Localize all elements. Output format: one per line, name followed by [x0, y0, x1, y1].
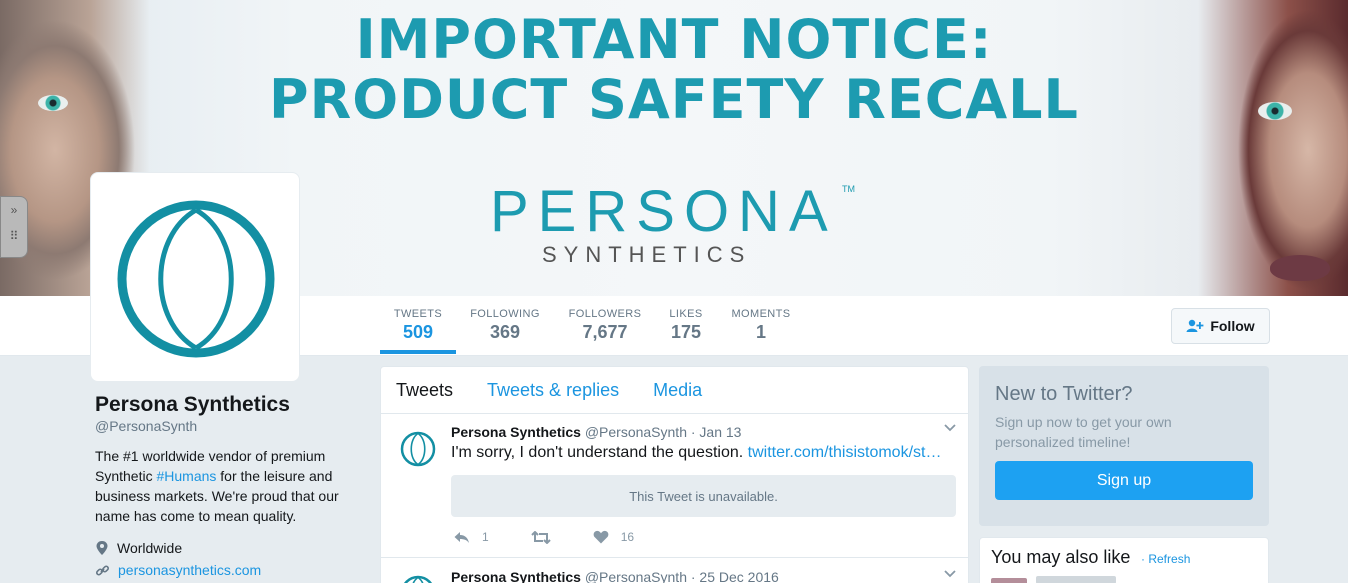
retweet-action[interactable] — [530, 530, 551, 544]
stat-value: 175 — [670, 322, 702, 342]
tweet-header: Persona Synthetics @PersonaSynth · Jan 1… — [451, 424, 741, 440]
tweet-date[interactable]: · 25 Dec 2016 — [691, 569, 779, 583]
tab-tweets[interactable]: Tweets — [396, 380, 453, 401]
side-drawer-handle[interactable]: » ⠿ — [0, 196, 28, 258]
chevron-down-icon[interactable] — [944, 570, 956, 578]
suggested-user-avatar[interactable] — [991, 578, 1027, 583]
follow-button-label: Follow — [1210, 318, 1255, 334]
chevron-down-icon[interactable] — [944, 424, 956, 432]
stat-value: 369 — [489, 322, 521, 342]
banner-headline-1: IMPORTANT NOTICE: — [355, 8, 993, 71]
tweet-text-body: I'm sorry, I don't understand the questi… — [451, 444, 748, 461]
profile-handle: @PersonaSynth — [95, 418, 198, 434]
brand-subtitle: SYNTHETICS — [542, 242, 752, 267]
active-tab-indicator — [380, 350, 456, 354]
profile-name[interactable]: Persona Synthetics — [95, 393, 355, 417]
persona-logo-icon — [117, 200, 275, 358]
timeline: Tweets Tweets & replies Media Persona Sy… — [380, 366, 969, 583]
tweet-header: Persona Synthetics @PersonaSynth · 25 De… — [451, 569, 779, 583]
banner-headline-2: PRODUCT SAFETY RECALL — [269, 68, 1079, 131]
tweet-actions: 1 16 — [453, 530, 676, 544]
timeline-tabs: Tweets Tweets & replies Media — [381, 367, 968, 414]
signup-card: New to Twitter? Sign up now to get your … — [979, 366, 1269, 526]
stat-label: FOLLOWERS — [568, 308, 642, 320]
tweet-author-name[interactable]: Persona Synthetics — [451, 424, 581, 440]
signup-button[interactable]: Sign up — [995, 461, 1253, 500]
like-count: 16 — [620, 530, 635, 544]
brand-wordmark: PERSONA — [490, 179, 837, 244]
refresh-link[interactable]: · Refresh — [1141, 552, 1190, 566]
stat-tweets[interactable]: TWEETS 509 — [380, 308, 456, 343]
profile-website-row: personasynthetics.com — [95, 562, 355, 578]
stat-value: 7,677 — [582, 322, 628, 342]
link-icon — [95, 564, 110, 576]
refresh-separator: · — [1141, 552, 1145, 566]
profile-location-row: Worldwide — [95, 540, 355, 556]
tab-media[interactable]: Media — [653, 380, 702, 401]
profile-card: Persona Synthetics @PersonaSynth The #1 … — [95, 393, 355, 578]
tweet-link[interactable]: twitter.com/thisistomok/st… — [748, 444, 942, 461]
stat-label: TWEETS — [393, 308, 443, 320]
stat-value: 1 — [755, 322, 766, 342]
tab-tweets-replies[interactable]: Tweets & replies — [487, 380, 619, 401]
expand-arrows-icon: » — [10, 203, 18, 217]
tweet-avatar[interactable] — [399, 574, 437, 583]
retweet-icon — [530, 530, 551, 544]
who-to-follow-title: You may also like — [991, 547, 1131, 567]
tweet-author-handle[interactable]: @PersonaSynth — [585, 569, 687, 583]
tweet-author-handle[interactable]: @PersonaSynth — [585, 424, 687, 440]
tweet-text: I'm sorry, I don't understand the questi… — [451, 444, 945, 462]
location-pin-icon — [96, 541, 108, 555]
who-to-follow-card: You may also like · Refresh — [979, 537, 1269, 583]
profile-location: Worldwide — [117, 540, 183, 556]
profile-avatar[interactable] — [90, 172, 300, 382]
tweet-author-name[interactable]: Persona Synthetics — [451, 569, 581, 583]
grid-dots-icon: ⠿ — [9, 229, 19, 243]
banner-brand-logo: PERSONA TM SYNTHETICS — [490, 179, 860, 268]
signup-subtitle: Sign up now to get your own personalized… — [995, 414, 1172, 450]
unavailable-quote: This Tweet is unavailable. — [451, 475, 956, 517]
suggested-user-name[interactable] — [1036, 576, 1116, 583]
stat-moments[interactable]: MOMENTS 1 — [728, 308, 794, 343]
reply-count: 1 — [482, 530, 489, 544]
profile-website-link[interactable]: personasynthetics.com — [118, 562, 261, 578]
stat-likes[interactable]: LIKES 175 — [664, 308, 708, 343]
tweet-item[interactable]: Persona Synthetics @PersonaSynth · 25 De… — [381, 558, 968, 583]
reply-icon — [454, 531, 469, 543]
profile-bio: The #1 worldwide vendor of premium Synth… — [95, 446, 350, 526]
heart-icon — [593, 530, 609, 544]
stat-label: LIKES — [669, 308, 703, 320]
signup-title: New to Twitter? — [995, 383, 1133, 405]
stat-value: 509 — [402, 322, 434, 342]
refresh-label: Refresh — [1148, 552, 1191, 566]
like-action[interactable]: 16 — [593, 530, 634, 544]
add-user-icon — [1186, 319, 1204, 332]
stat-label: MOMENTS — [731, 308, 791, 320]
tweet-item[interactable]: Persona Synthetics @PersonaSynth · Jan 1… — [381, 414, 968, 558]
stat-label: FOLLOWING — [470, 308, 540, 320]
tweet-date[interactable]: · Jan 13 — [691, 424, 742, 440]
stat-following[interactable]: FOLLOWING 369 — [466, 308, 544, 343]
follow-button[interactable]: Follow — [1171, 308, 1270, 344]
tweet-avatar[interactable] — [399, 430, 437, 468]
brand-trademark: TM — [842, 184, 855, 194]
bio-hashtag-link[interactable]: #Humans — [156, 468, 216, 484]
stat-followers[interactable]: FOLLOWERS 7,677 — [564, 308, 646, 343]
banner-lips — [1270, 255, 1330, 281]
reply-action[interactable]: 1 — [453, 530, 489, 544]
